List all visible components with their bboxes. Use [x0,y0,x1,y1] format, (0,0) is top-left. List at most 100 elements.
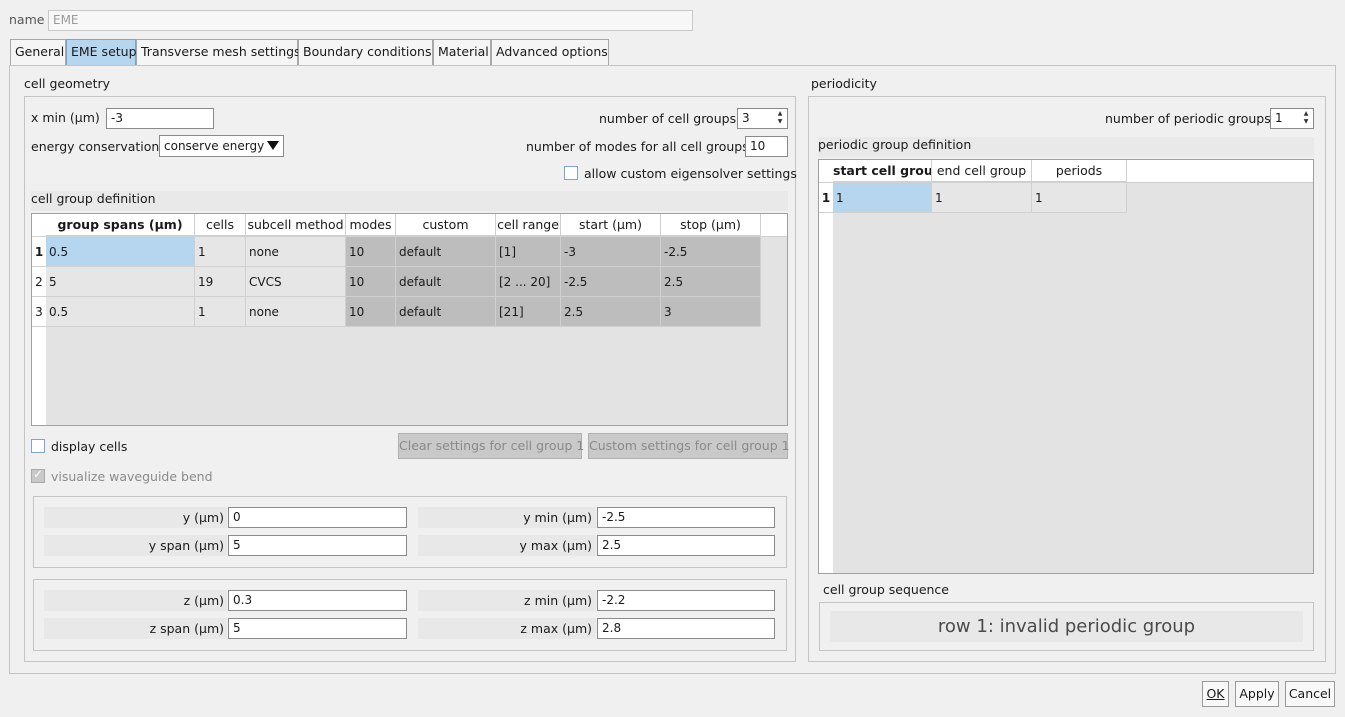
num-modes-label: number of modes for all cell groups [526,139,749,154]
header-group-spans[interactable]: group spans (μm) [46,214,195,236]
energy-conservation-label: energy conservation [31,139,160,154]
tab-transverse-mesh-settings[interactable]: Transverse mesh settings [136,39,301,65]
tab-material[interactable]: Material [433,39,491,65]
zmin-label: z min (μm) [524,593,592,608]
cancel-button[interactable]: Cancel [1285,681,1335,707]
table-cell: 10 [346,297,396,327]
xmin-input[interactable]: -3 [106,108,214,129]
table-cell[interactable]: CVCS [246,267,346,297]
header-end-cell-group[interactable]: end cell group [932,160,1032,182]
num-cell-groups-spinbox[interactable]: 3 ▲ ▼ [737,108,788,129]
row-number[interactable]: 1 [819,183,833,213]
num-cell-groups-value: 3 [742,111,750,125]
allow-custom-eigensolver-checkbox[interactable] [564,166,578,180]
ymin-input[interactable]: -2.5 [597,507,775,528]
table-cell: 10 [346,237,396,267]
table-cell: 2.5 [661,267,761,297]
cell-group-sequence-title: cell group sequence [823,582,949,597]
y-input[interactable]: 0 [228,507,407,528]
ymax-label: y max (μm) [519,538,592,553]
num-cell-groups-label: number of cell groups [599,111,737,126]
header-subcell-method[interactable]: subcell method [246,214,346,236]
spin-arrows-icon[interactable]: ▲ ▼ [1301,110,1311,126]
tab-advanced-options[interactable]: Advanced options [491,39,609,65]
yspan-input[interactable]: 5 [228,535,407,556]
spin-arrows-icon[interactable]: ▲ ▼ [775,110,785,126]
table-cell[interactable]: none [246,297,346,327]
ok-button[interactable]: OK [1202,681,1229,707]
zspan-label: z span (μm) [149,621,224,636]
energy-conservation-select[interactable]: conserve energy [159,135,284,157]
name-field[interactable]: EME [48,10,693,31]
header-custom[interactable]: custom [396,214,496,236]
zmax-input[interactable]: 2.8 [597,618,775,639]
visualize-waveguide-bend-label: visualize waveguide bend [51,469,213,484]
tab-general[interactable]: General [10,39,66,65]
table-cell[interactable]: none [246,237,346,267]
table-cell[interactable]: 1 [195,297,246,327]
table-cell: [21] [496,297,561,327]
display-cells-label: display cells [51,439,128,454]
header-modes[interactable]: modes [346,214,396,236]
table-cell: [1] [496,237,561,267]
table-cell: default [396,297,496,327]
table-cell: 2.5 [561,297,661,327]
table-cell: default [396,267,496,297]
table-cell[interactable]: 0.5 [46,297,195,327]
cell-group-table[interactable]: group spans (μm) cells subcell method mo… [31,213,788,426]
custom-settings-button[interactable]: Custom settings for cell group 1 [588,433,790,459]
table-cell[interactable]: 0.5 [46,237,195,267]
tab-boundary-conditions[interactable]: Boundary conditions [298,39,433,65]
zmax-label: z max (μm) [520,621,592,636]
num-periodic-groups-spinbox[interactable]: 1 ▲ ▼ [1270,108,1314,129]
table-cell: -3 [561,237,661,267]
cell-geometry-title: cell geometry [24,76,111,91]
table-cell[interactable]: 1 [833,183,932,213]
header-start-cell-group[interactable]: start cell group [833,160,932,182]
clear-settings-button[interactable]: Clear settings for cell group 1 [398,433,584,459]
table-cell[interactable]: 1 [195,237,246,267]
header-cells[interactable]: cells [195,214,246,236]
table-cell: default [396,237,496,267]
table-cell[interactable]: 19 [195,267,246,297]
header-cell-range[interactable]: cell range [496,214,561,236]
display-cells-checkbox[interactable] [31,439,45,453]
table-cell: 3 [661,297,761,327]
zspan-input[interactable]: 5 [228,618,407,639]
tab-eme-setup[interactable]: EME setup [66,39,137,65]
y-label: y (μm) [182,510,224,525]
zmin-input[interactable]: -2.2 [597,590,775,611]
row-header-column [819,160,833,573]
table-cell[interactable]: 1 [1032,183,1127,213]
ymin-label: y min (μm) [523,510,592,525]
allow-custom-eigensolver-label: allow custom eigensolver settings [584,166,797,181]
table-cell: -2.5 [561,267,661,297]
table-cell[interactable]: 5 [46,267,195,297]
table-cell: 10 [346,267,396,297]
row-number[interactable]: 3 [32,297,46,327]
header-start[interactable]: start (μm) [561,214,661,236]
num-periodic-groups-label: number of periodic groups [1105,111,1271,126]
ymax-input[interactable]: 2.5 [597,535,775,556]
yspan-label: y span (μm) [148,538,224,553]
row-number[interactable]: 2 [32,267,46,297]
row-number[interactable]: 1 [32,237,46,267]
header-stop[interactable]: stop (μm) [661,214,761,236]
dropdown-arrow-icon [267,141,279,150]
cell-group-definition-title: cell group definition [31,191,788,211]
cell-group-sequence-text: row 1: invalid periodic group [830,611,1303,642]
periodic-group-table[interactable]: start cell group end cell group periods … [818,159,1314,574]
table-cell[interactable]: 1 [932,183,1032,213]
apply-button[interactable]: Apply [1235,681,1279,707]
check-icon: ✓ [33,467,44,481]
num-modes-input[interactable]: 10 [745,136,788,157]
periodicity-title: periodicity [811,76,877,91]
table-cell: -2.5 [661,237,761,267]
table-cell: [2 ... 20] [496,267,561,297]
name-label: name [9,12,45,27]
z-input[interactable]: 0.3 [228,590,407,611]
xmin-label: x min (μm) [31,110,100,125]
visualize-waveguide-bend-checkbox[interactable]: ✓ [31,467,45,483]
header-periods[interactable]: periods [1032,160,1127,182]
z-label: z (μm) [183,593,224,608]
